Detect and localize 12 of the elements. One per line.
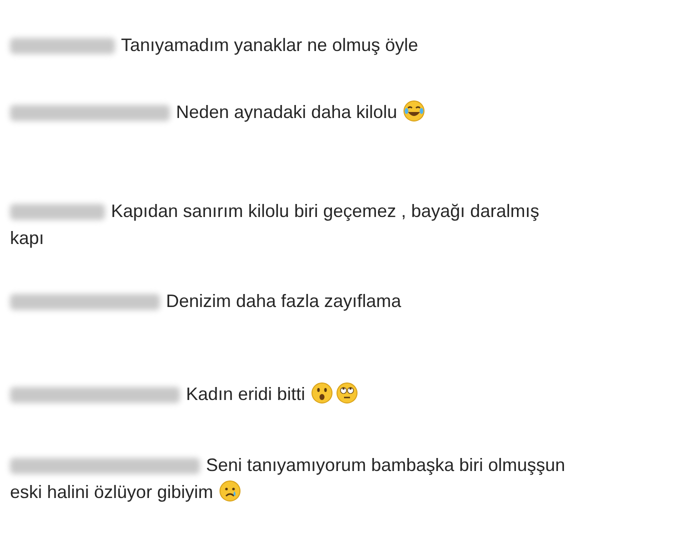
comment-text: kapı <box>10 228 44 248</box>
comment-text: Neden aynadaki daha kilolu <box>176 102 398 122</box>
comment-text: eski halini özlüyor gibiyim <box>10 482 214 502</box>
comment-text: Tanıyamadım yanaklar ne olmuş öyle <box>121 35 418 55</box>
eye-roll-emoji-icon <box>336 382 358 404</box>
crying-emoji-icon <box>219 480 242 502</box>
comment-text: Kapıdan sanırım kilolu biri geçemez , bayağı daralmış <box>111 201 540 221</box>
surprised-emoji-icon <box>311 382 334 404</box>
comment-text: Seni tanıyamıyorum bambaşka biri olmuşşun <box>206 455 566 475</box>
comment-text: Kadın eridi bitti <box>186 384 306 404</box>
laughing-emoji-icon <box>403 100 426 122</box>
comment-text: Denizim daha fazla zayıflama <box>166 291 402 311</box>
